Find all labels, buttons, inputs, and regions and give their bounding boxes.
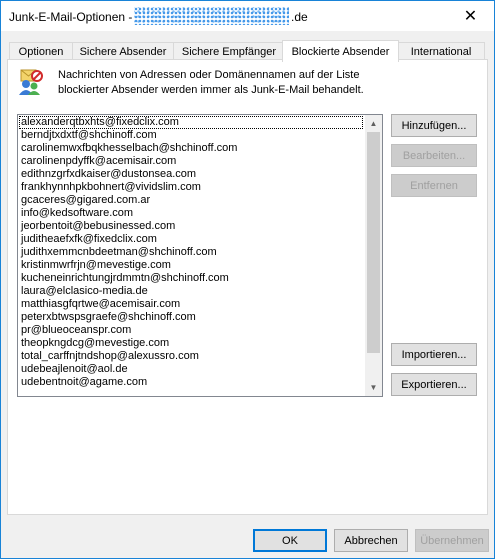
description-text: Nachrichten von Adressen oder Domänennam… bbox=[58, 68, 458, 98]
blocked-senders-items: alexanderqtbxhts@fixedclix.com berndjtxd… bbox=[18, 115, 364, 389]
list-item[interactable]: peterxbtwspsgraefe@shchinoff.com bbox=[18, 311, 364, 324]
window-title-suffix: .de bbox=[291, 10, 308, 24]
blocked-senders-list[interactable]: alexanderqtbxhts@fixedclix.com berndjtxd… bbox=[17, 114, 383, 397]
list-item[interactable]: pr@blueoceanspr.com bbox=[18, 324, 364, 337]
list-item[interactable]: udebentnoit@agame.com bbox=[18, 376, 364, 389]
list-item[interactable]: carolinenpdyffk@acemisair.com bbox=[18, 155, 364, 168]
export-button[interactable]: Exportieren... bbox=[391, 373, 477, 396]
list-item[interactable]: gcaceres@gigared.com.ar bbox=[18, 194, 364, 207]
cancel-button[interactable]: Abbrechen bbox=[334, 529, 408, 552]
list-item[interactable]: theopkngdcg@mevestige.com bbox=[18, 337, 364, 350]
window-title: Junk-E-Mail-Optionen - bbox=[9, 10, 133, 24]
list-vertical-scrollbar[interactable]: ▲ ▼ bbox=[365, 115, 382, 396]
apply-button[interactable]: Übernehmen bbox=[415, 529, 489, 552]
remove-button[interactable]: Entfernen bbox=[391, 174, 477, 197]
list-item[interactable]: udebeajlenoit@aol.de bbox=[18, 363, 364, 376]
list-item[interactable]: berndjtxdxtf@shchinoff.com bbox=[18, 129, 364, 142]
scrollbar-thumb[interactable] bbox=[367, 132, 380, 353]
blocked-senders-people-icon bbox=[19, 69, 43, 95]
add-button[interactable]: Hinzufügen... bbox=[391, 114, 477, 137]
list-item[interactable]: alexanderqtbxhts@fixedclix.com bbox=[19, 116, 363, 129]
description-line-1: Nachrichten von Adressen oder Domänennam… bbox=[58, 69, 360, 81]
description-line-2: blockierter Absender werden immer als Ju… bbox=[58, 84, 364, 96]
title-bar[interactable]: Junk-E-Mail-Optionen - .de ✕ bbox=[1, 1, 494, 31]
tab-blockierte-absender[interactable]: Blockierte Absender bbox=[282, 40, 399, 62]
list-item[interactable]: kristinmwrfrjn@mevestige.com bbox=[18, 259, 364, 272]
list-item[interactable]: judithxemmcnbdeetman@shchinoff.com bbox=[18, 246, 364, 259]
scroll-up-icon[interactable]: ▲ bbox=[365, 115, 382, 132]
edit-button[interactable]: Bearbeiten... bbox=[391, 144, 477, 167]
list-item[interactable]: carolinemwxfbqkhesselbach@shchinoff.com bbox=[18, 142, 364, 155]
list-item[interactable]: kucheneinrichtungjrdmmtn@shchinoff.com bbox=[18, 272, 364, 285]
ok-button[interactable]: OK bbox=[253, 529, 327, 552]
import-button[interactable]: Importieren... bbox=[391, 343, 477, 366]
close-button[interactable]: ✕ bbox=[447, 1, 494, 31]
list-item[interactable]: total_carffnjtndshop@alexussro.com bbox=[18, 350, 364, 363]
list-item[interactable]: laura@elclasico-media.de bbox=[18, 285, 364, 298]
list-item[interactable]: judithеaefxfk@fixedclix.com bbox=[18, 233, 364, 246]
redacted-account-name bbox=[134, 7, 289, 25]
list-item[interactable]: edithnzgrfxdkaiser@dustonsea.com bbox=[18, 168, 364, 181]
close-icon: ✕ bbox=[463, 8, 478, 25]
list-item[interactable]: matthiasgfqrtwe@acemisair.com bbox=[18, 298, 364, 311]
list-item[interactable]: jeorbentoit@bebusinessed.com bbox=[18, 220, 364, 233]
scroll-down-icon[interactable]: ▼ bbox=[365, 379, 382, 396]
list-item[interactable]: frankhynnhpkbohnert@vividslim.com bbox=[18, 181, 364, 194]
list-item[interactable]: info@kedsoftware.com bbox=[18, 207, 364, 220]
